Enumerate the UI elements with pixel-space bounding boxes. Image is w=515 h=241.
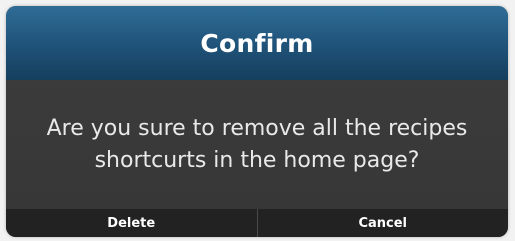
- delete-button[interactable]: Delete: [6, 209, 257, 237]
- dialog-body: Are you sure to remove all the recipes s…: [6, 80, 508, 209]
- cancel-button[interactable]: Cancel: [258, 209, 509, 237]
- dialog-message: Are you sure to remove all the recipes s…: [46, 115, 468, 173]
- dialog-header: Confirm: [6, 6, 508, 80]
- confirm-dialog: Confirm Are you sure to remove all the r…: [6, 6, 508, 237]
- dialog-title: Confirm: [200, 28, 314, 58]
- dialog-footer: Delete Cancel: [6, 209, 508, 237]
